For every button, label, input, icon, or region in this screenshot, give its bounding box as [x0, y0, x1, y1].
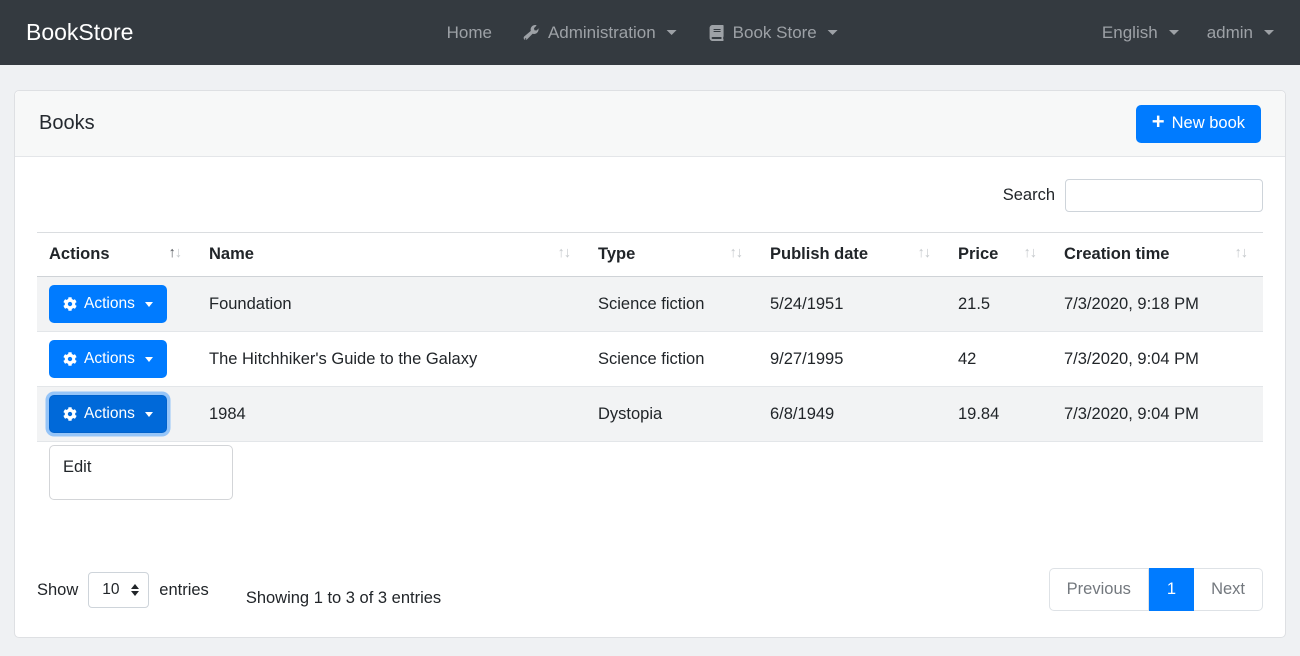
main-menu: Home Administration Book Store [447, 0, 838, 65]
new-book-button[interactable]: New book [1136, 105, 1261, 143]
row-actions-button-open[interactable]: Actions [49, 395, 167, 433]
column-header-publish-date[interactable]: Publish date [758, 233, 946, 277]
search-input[interactable] [1065, 179, 1263, 212]
cell-actions: Actions [37, 387, 197, 442]
pagination: Previous 1 Next [1049, 568, 1263, 611]
chevron-down-icon [828, 30, 838, 35]
menu-item-label: Home [447, 23, 492, 43]
page-size-control: Show 10 entries [37, 572, 209, 608]
page-size-select[interactable]: 10 [88, 572, 149, 608]
cell-name: Foundation [197, 277, 586, 332]
cell-price: 21.5 [946, 277, 1052, 332]
cell-creation-time: 7/3/2020, 9:04 PM [1052, 387, 1263, 442]
cell-actions: Actions [37, 332, 197, 387]
books-card: Books New book Search Actions [14, 90, 1286, 638]
cell-type: Dystopia [586, 387, 758, 442]
updown-arrows-icon [131, 584, 139, 597]
table-header-row: Actions Name Type Publish date [37, 233, 1263, 277]
row-actions-button[interactable]: Actions [49, 340, 167, 378]
pagination-next-button[interactable]: Next [1194, 568, 1263, 611]
cell-name: The Hitchhiker's Guide to the Galaxy [197, 332, 586, 387]
menu-item-label: Book Store [733, 23, 817, 43]
cell-publish-date: 6/8/1949 [758, 387, 946, 442]
cell-publish-date: 5/24/1951 [758, 277, 946, 332]
brand-logo[interactable]: BookStore [26, 19, 133, 46]
gear-icon [63, 407, 77, 421]
user-menu: English admin [1102, 23, 1274, 43]
column-header-actions[interactable]: Actions [37, 233, 197, 277]
chevron-down-icon [667, 30, 677, 35]
table-row: Actions 1984 Dystopia 6/8/1949 19.84 7/3… [37, 387, 1263, 442]
top-navbar: BookStore Home Administration Book Store… [0, 0, 1300, 65]
cell-publish-date: 9/27/1995 [758, 332, 946, 387]
pagination-previous-button[interactable]: Previous [1049, 568, 1149, 611]
cell-price: 19.84 [946, 387, 1052, 442]
cell-type: Science fiction [586, 332, 758, 387]
chevron-down-icon [1169, 30, 1179, 35]
sort-icon [558, 245, 571, 261]
table-row: Actions Foundation Science fiction 5/24/… [37, 277, 1263, 332]
language-selector[interactable]: English [1102, 23, 1179, 43]
cell-price: 42 [946, 332, 1052, 387]
sort-icon [918, 245, 931, 261]
card-header: Books New book [15, 91, 1285, 157]
cell-type: Science fiction [586, 277, 758, 332]
new-book-button-label: New book [1172, 114, 1245, 133]
menu-item-label: Administration [548, 23, 656, 43]
menu-item-administration[interactable]: Administration [524, 23, 677, 43]
chevron-down-icon [1264, 30, 1274, 35]
actions-dropdown-menu: Edit [49, 445, 233, 500]
gear-icon [63, 297, 77, 311]
table-info-text: Showing 1 to 3 of 3 entries [246, 589, 441, 608]
sort-icon [169, 245, 182, 261]
column-header-creation-time[interactable]: Creation time [1052, 233, 1263, 277]
table-footer: Show 10 entries Showing 1 to 3 of 3 entr… [37, 568, 1263, 611]
show-label: Show [37, 581, 78, 600]
cell-creation-time: 7/3/2020, 9:04 PM [1052, 332, 1263, 387]
wrench-icon [524, 25, 540, 41]
sort-icon [1024, 245, 1037, 261]
chevron-down-icon [145, 412, 153, 417]
language-label: English [1102, 23, 1158, 43]
card-body: Search Actions Name [15, 157, 1285, 611]
column-header-type[interactable]: Type [586, 233, 758, 277]
entries-label: entries [159, 581, 209, 600]
page-size-value: 10 [102, 581, 119, 599]
user-account-menu[interactable]: admin [1207, 23, 1274, 43]
chevron-down-icon [145, 357, 153, 362]
sort-icon [730, 245, 743, 261]
cell-actions: Actions [37, 277, 197, 332]
menu-item-book-store[interactable]: Book Store [709, 23, 838, 43]
plus-icon [1152, 113, 1165, 134]
books-table: Actions Name Type Publish date [37, 232, 1263, 442]
search-label: Search [1003, 186, 1055, 205]
sort-icon [1235, 245, 1248, 261]
cell-creation-time: 7/3/2020, 9:18 PM [1052, 277, 1263, 332]
table-row: Actions The Hitchhiker's Guide to the Ga… [37, 332, 1263, 387]
search-bar: Search [37, 179, 1263, 212]
cell-name: 1984 [197, 387, 586, 442]
gear-icon [63, 352, 77, 366]
column-header-name[interactable]: Name [197, 233, 586, 277]
column-header-price[interactable]: Price [946, 233, 1052, 277]
dropdown-item-edit[interactable]: Edit [50, 454, 232, 481]
menu-item-home[interactable]: Home [447, 23, 492, 43]
pagination-page-1-button[interactable]: 1 [1149, 568, 1194, 611]
username-label: admin [1207, 23, 1253, 43]
chevron-down-icon [145, 302, 153, 307]
book-icon [709, 25, 725, 41]
row-actions-button[interactable]: Actions [49, 285, 167, 323]
page-title: Books [39, 112, 95, 135]
